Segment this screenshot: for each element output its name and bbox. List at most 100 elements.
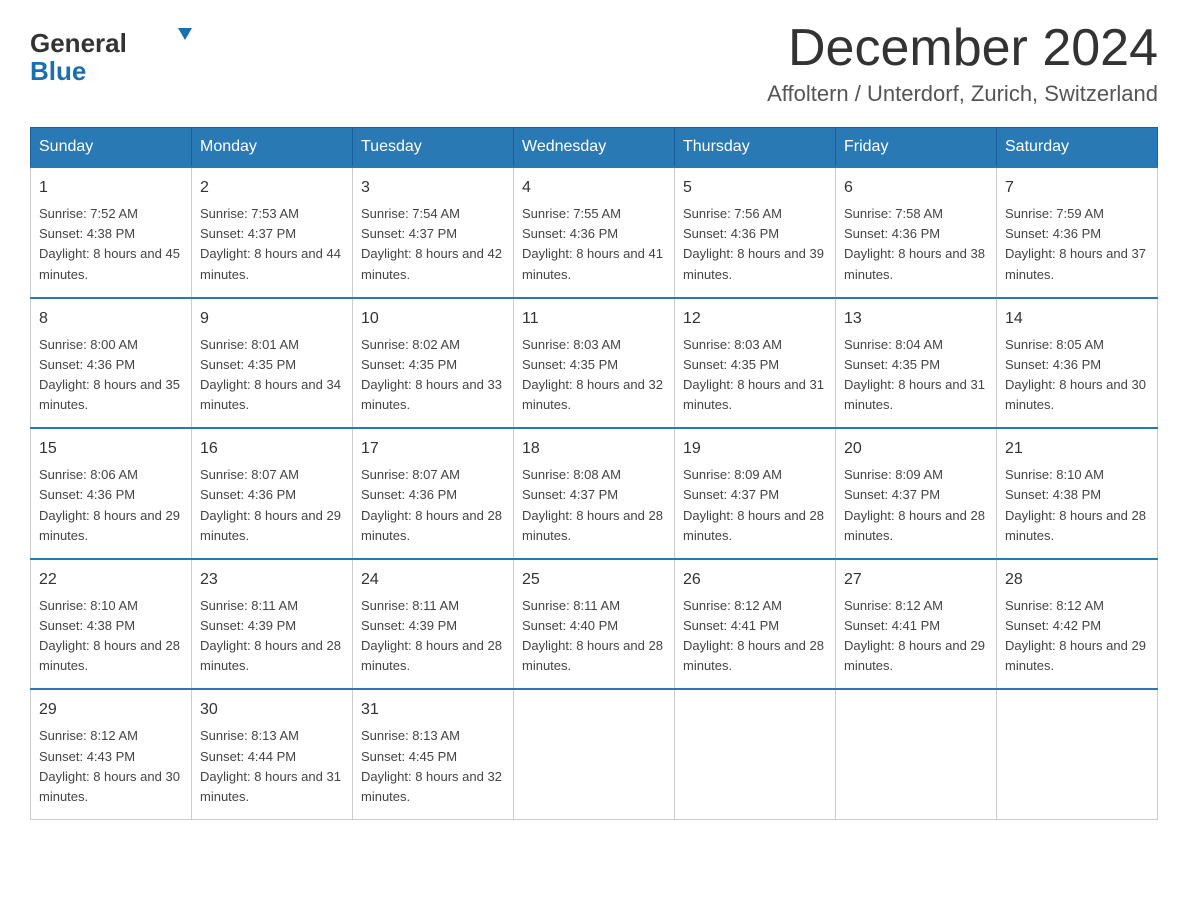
- header-friday: Friday: [836, 128, 997, 168]
- day-info: Sunrise: 7:55 AMSunset: 4:36 PMDaylight:…: [522, 204, 666, 285]
- calendar-cell: 26 Sunrise: 8:12 AMSunset: 4:41 PMDaylig…: [675, 559, 836, 690]
- day-number: 27: [844, 568, 988, 592]
- day-info: Sunrise: 8:00 AMSunset: 4:36 PMDaylight:…: [39, 335, 183, 416]
- week-row-1: 1 Sunrise: 7:52 AMSunset: 4:38 PMDayligh…: [31, 167, 1158, 298]
- day-info: Sunrise: 8:11 AMSunset: 4:39 PMDaylight:…: [200, 596, 344, 677]
- day-info: Sunrise: 8:01 AMSunset: 4:35 PMDaylight:…: [200, 335, 344, 416]
- day-number: 3: [361, 176, 505, 200]
- header-tuesday: Tuesday: [353, 128, 514, 168]
- day-info: Sunrise: 8:07 AMSunset: 4:36 PMDaylight:…: [200, 465, 344, 546]
- calendar-cell: 5 Sunrise: 7:56 AMSunset: 4:36 PMDayligh…: [675, 167, 836, 298]
- day-number: 16: [200, 437, 344, 461]
- day-info: Sunrise: 8:12 AMSunset: 4:41 PMDaylight:…: [683, 596, 827, 677]
- day-info: Sunrise: 8:09 AMSunset: 4:37 PMDaylight:…: [683, 465, 827, 546]
- calendar-cell: 16 Sunrise: 8:07 AMSunset: 4:36 PMDaylig…: [192, 428, 353, 559]
- day-number: 29: [39, 698, 183, 722]
- svg-text:Blue: Blue: [30, 56, 86, 86]
- svg-text:General: General: [30, 28, 127, 58]
- day-info: Sunrise: 8:12 AMSunset: 4:41 PMDaylight:…: [844, 596, 988, 677]
- day-info: Sunrise: 8:13 AMSunset: 4:45 PMDaylight:…: [361, 726, 505, 807]
- calendar-cell: 29 Sunrise: 8:12 AMSunset: 4:43 PMDaylig…: [31, 689, 192, 819]
- day-info: Sunrise: 8:02 AMSunset: 4:35 PMDaylight:…: [361, 335, 505, 416]
- day-number: 7: [1005, 176, 1149, 200]
- day-info: Sunrise: 8:11 AMSunset: 4:40 PMDaylight:…: [522, 596, 666, 677]
- page-header: General Blue December 2024 Affoltern / U…: [30, 20, 1158, 107]
- day-number: 1: [39, 176, 183, 200]
- day-number: 12: [683, 307, 827, 331]
- day-number: 2: [200, 176, 344, 200]
- calendar-cell: 20 Sunrise: 8:09 AMSunset: 4:37 PMDaylig…: [836, 428, 997, 559]
- calendar-cell: 25 Sunrise: 8:11 AMSunset: 4:40 PMDaylig…: [514, 559, 675, 690]
- day-number: 25: [522, 568, 666, 592]
- calendar-cell: 27 Sunrise: 8:12 AMSunset: 4:41 PMDaylig…: [836, 559, 997, 690]
- day-number: 30: [200, 698, 344, 722]
- calendar-cell: [514, 689, 675, 819]
- day-info: Sunrise: 8:03 AMSunset: 4:35 PMDaylight:…: [683, 335, 827, 416]
- header-saturday: Saturday: [997, 128, 1158, 168]
- day-number: 26: [683, 568, 827, 592]
- month-title: December 2024: [767, 20, 1158, 77]
- day-info: Sunrise: 8:06 AMSunset: 4:36 PMDaylight:…: [39, 465, 183, 546]
- calendar-cell: [836, 689, 997, 819]
- day-number: 4: [522, 176, 666, 200]
- calendar-cell: 28 Sunrise: 8:12 AMSunset: 4:42 PMDaylig…: [997, 559, 1158, 690]
- logo-svg: General Blue: [30, 20, 200, 90]
- calendar-cell: 24 Sunrise: 8:11 AMSunset: 4:39 PMDaylig…: [353, 559, 514, 690]
- day-info: Sunrise: 8:12 AMSunset: 4:43 PMDaylight:…: [39, 726, 183, 807]
- day-info: Sunrise: 8:12 AMSunset: 4:42 PMDaylight:…: [1005, 596, 1149, 677]
- day-info: Sunrise: 8:10 AMSunset: 4:38 PMDaylight:…: [39, 596, 183, 677]
- day-number: 13: [844, 307, 988, 331]
- day-number: 9: [200, 307, 344, 331]
- day-number: 8: [39, 307, 183, 331]
- calendar-cell: 12 Sunrise: 8:03 AMSunset: 4:35 PMDaylig…: [675, 298, 836, 429]
- day-info: Sunrise: 8:04 AMSunset: 4:35 PMDaylight:…: [844, 335, 988, 416]
- day-number: 24: [361, 568, 505, 592]
- calendar-cell: 6 Sunrise: 7:58 AMSunset: 4:36 PMDayligh…: [836, 167, 997, 298]
- day-number: 22: [39, 568, 183, 592]
- calendar-cell: 18 Sunrise: 8:08 AMSunset: 4:37 PMDaylig…: [514, 428, 675, 559]
- calendar-cell: 19 Sunrise: 8:09 AMSunset: 4:37 PMDaylig…: [675, 428, 836, 559]
- day-number: 5: [683, 176, 827, 200]
- week-row-4: 22 Sunrise: 8:10 AMSunset: 4:38 PMDaylig…: [31, 559, 1158, 690]
- week-row-5: 29 Sunrise: 8:12 AMSunset: 4:43 PMDaylig…: [31, 689, 1158, 819]
- calendar-cell: 31 Sunrise: 8:13 AMSunset: 4:45 PMDaylig…: [353, 689, 514, 819]
- header-thursday: Thursday: [675, 128, 836, 168]
- calendar-cell: 15 Sunrise: 8:06 AMSunset: 4:36 PMDaylig…: [31, 428, 192, 559]
- calendar-cell: 2 Sunrise: 7:53 AMSunset: 4:37 PMDayligh…: [192, 167, 353, 298]
- calendar-cell: 17 Sunrise: 8:07 AMSunset: 4:36 PMDaylig…: [353, 428, 514, 559]
- calendar-cell: 11 Sunrise: 8:03 AMSunset: 4:35 PMDaylig…: [514, 298, 675, 429]
- calendar-cell: 3 Sunrise: 7:54 AMSunset: 4:37 PMDayligh…: [353, 167, 514, 298]
- day-info: Sunrise: 8:07 AMSunset: 4:36 PMDaylight:…: [361, 465, 505, 546]
- day-info: Sunrise: 7:54 AMSunset: 4:37 PMDaylight:…: [361, 204, 505, 285]
- calendar-cell: [997, 689, 1158, 819]
- day-number: 28: [1005, 568, 1149, 592]
- day-info: Sunrise: 7:59 AMSunset: 4:36 PMDaylight:…: [1005, 204, 1149, 285]
- title-section: December 2024 Affoltern / Unterdorf, Zur…: [767, 20, 1158, 107]
- calendar-cell: 9 Sunrise: 8:01 AMSunset: 4:35 PMDayligh…: [192, 298, 353, 429]
- calendar-cell: 8 Sunrise: 8:00 AMSunset: 4:36 PMDayligh…: [31, 298, 192, 429]
- calendar-cell: 13 Sunrise: 8:04 AMSunset: 4:35 PMDaylig…: [836, 298, 997, 429]
- header-monday: Monday: [192, 128, 353, 168]
- day-number: 15: [39, 437, 183, 461]
- day-info: Sunrise: 8:03 AMSunset: 4:35 PMDaylight:…: [522, 335, 666, 416]
- calendar-cell: [675, 689, 836, 819]
- logo: General Blue: [30, 20, 200, 90]
- calendar-cell: 1 Sunrise: 7:52 AMSunset: 4:38 PMDayligh…: [31, 167, 192, 298]
- day-number: 11: [522, 307, 666, 331]
- day-info: Sunrise: 8:11 AMSunset: 4:39 PMDaylight:…: [361, 596, 505, 677]
- week-row-3: 15 Sunrise: 8:06 AMSunset: 4:36 PMDaylig…: [31, 428, 1158, 559]
- day-number: 6: [844, 176, 988, 200]
- day-number: 17: [361, 437, 505, 461]
- day-number: 18: [522, 437, 666, 461]
- calendar-cell: 7 Sunrise: 7:59 AMSunset: 4:36 PMDayligh…: [997, 167, 1158, 298]
- header-sunday: Sunday: [31, 128, 192, 168]
- calendar-cell: 4 Sunrise: 7:55 AMSunset: 4:36 PMDayligh…: [514, 167, 675, 298]
- location-title: Affoltern / Unterdorf, Zurich, Switzerla…: [767, 81, 1158, 107]
- calendar-table: SundayMondayTuesdayWednesdayThursdayFrid…: [30, 127, 1158, 820]
- header-wednesday: Wednesday: [514, 128, 675, 168]
- day-info: Sunrise: 8:08 AMSunset: 4:37 PMDaylight:…: [522, 465, 666, 546]
- day-number: 14: [1005, 307, 1149, 331]
- header-row: SundayMondayTuesdayWednesdayThursdayFrid…: [31, 128, 1158, 168]
- day-info: Sunrise: 8:05 AMSunset: 4:36 PMDaylight:…: [1005, 335, 1149, 416]
- day-number: 10: [361, 307, 505, 331]
